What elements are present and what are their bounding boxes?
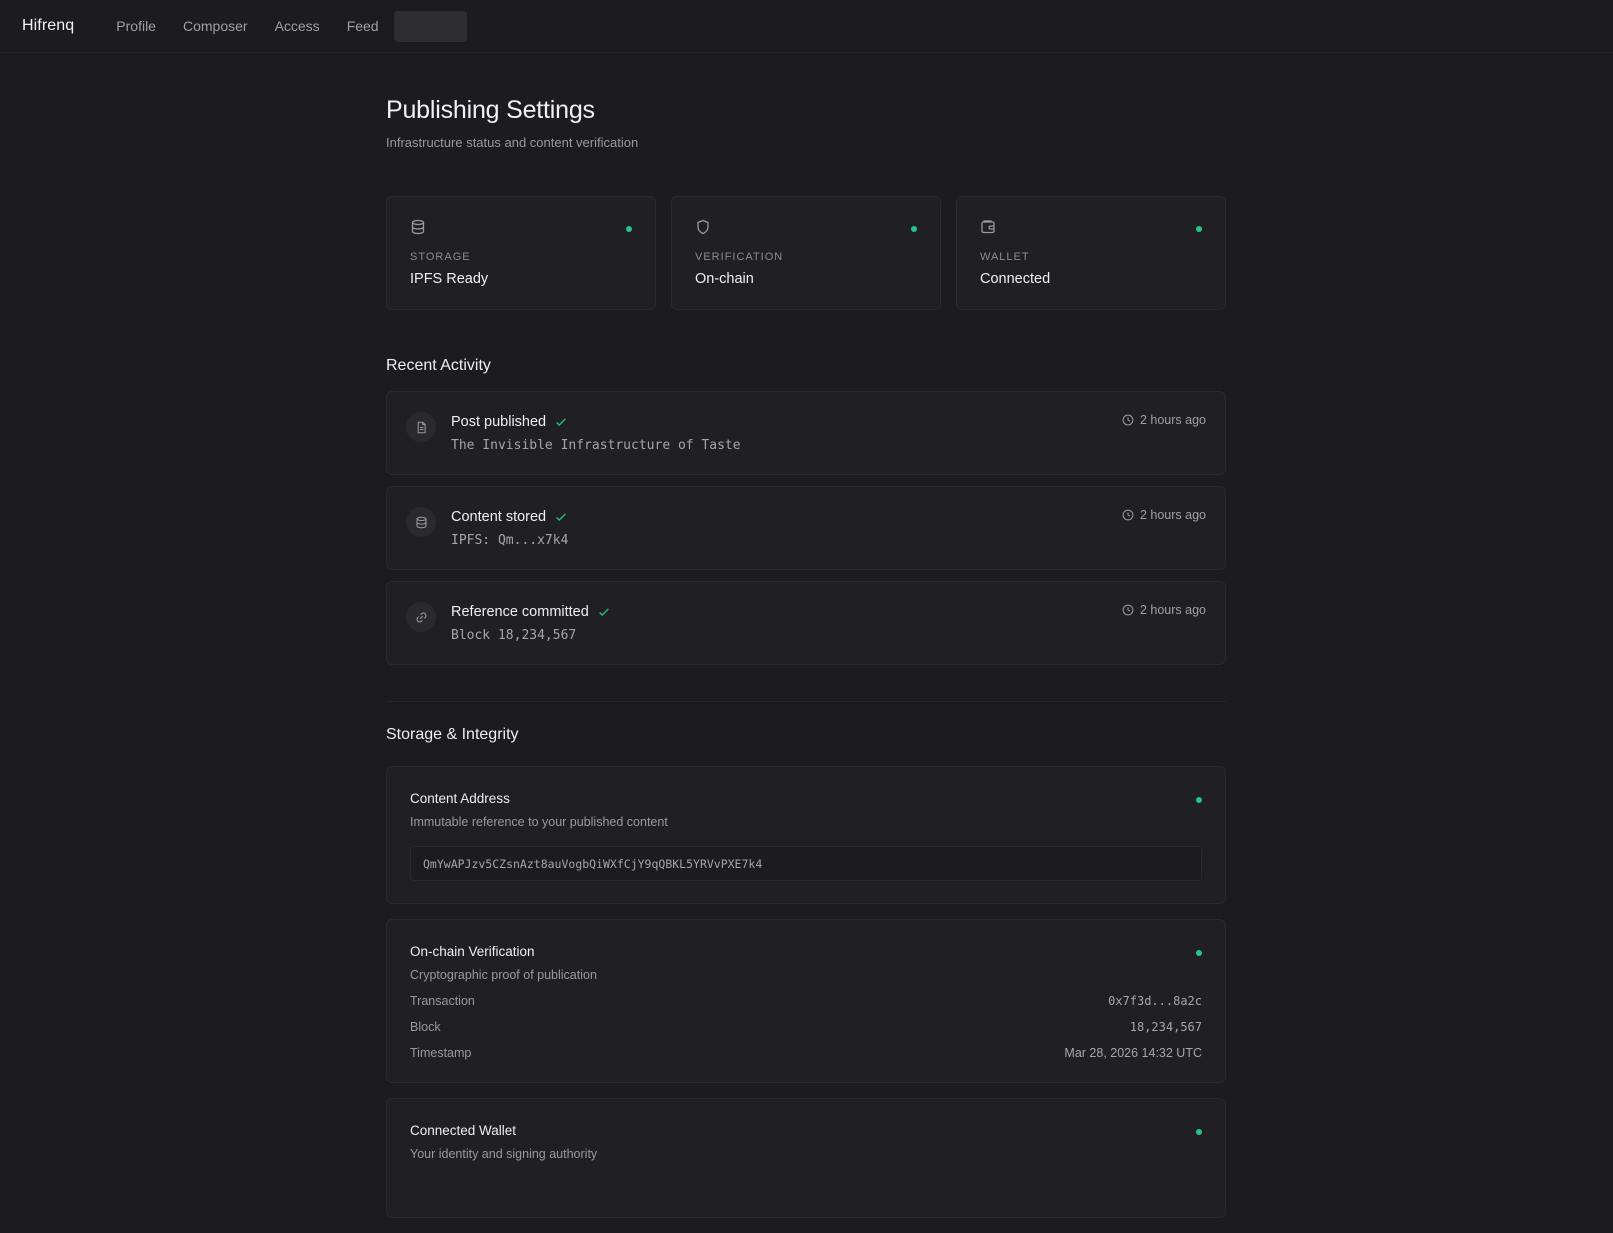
page-subtitle: Infrastructure status and content verifi… xyxy=(386,135,639,150)
status-card-verification: VERIFICATION On-chain xyxy=(671,196,941,310)
panel-title: On-chain Verification xyxy=(410,944,535,959)
storage-integrity-title: Storage & Integrity xyxy=(386,726,519,743)
main-content: Publishing Settings Infrastructure statu… xyxy=(386,53,1226,1233)
document-icon xyxy=(417,421,426,433)
status-label: WALLET xyxy=(980,251,1030,263)
onchain-verification-panel: On-chain Verification Cryptographic proo… xyxy=(386,919,1226,1083)
content-address-field[interactable]: QmYwAPJzv5CZsnAzt8auVogbQiWXfCjY9qQBKL5Y… xyxy=(410,846,1202,881)
status-card-storage: STORAGE IPFS Ready xyxy=(386,196,656,310)
database-icon xyxy=(416,516,426,528)
row-value[interactable]: 0x7f3d...8a2c xyxy=(1108,994,1202,1008)
activity-time-text: 2 hours ago xyxy=(1139,508,1206,522)
nav-item-profile[interactable]: Profile xyxy=(116,18,156,34)
nav-item-feed[interactable]: Feed xyxy=(347,18,379,34)
verification-row-block: Block 18,234,567 xyxy=(410,1020,1202,1034)
activity-detail: IPFS: Qm...x7k4 xyxy=(451,533,569,548)
clock-icon xyxy=(1122,604,1134,616)
page-title: Publishing Settings xyxy=(386,96,595,124)
status-value: IPFS Ready xyxy=(410,271,489,287)
activity-title: Reference committed xyxy=(451,604,611,620)
shield-icon xyxy=(697,219,709,235)
check-icon xyxy=(556,418,566,427)
status-label: STORAGE xyxy=(410,251,471,263)
panel-description: Your identity and signing authority xyxy=(410,1147,598,1161)
status-dot xyxy=(1196,950,1202,956)
status-card-wallet: WALLET Connected xyxy=(956,196,1226,310)
row-value: Mar 28, 2026 14:32 UTC xyxy=(1064,1046,1202,1060)
row-key: Timestamp xyxy=(410,1046,472,1060)
status-dot xyxy=(626,226,632,232)
list-item[interactable]: Post published The Invisible Infrastruct… xyxy=(386,391,1226,475)
list-item[interactable]: Reference committed Block 18,234,567 2 h… xyxy=(386,581,1226,665)
activity-title: Post published xyxy=(451,414,568,430)
activity-title-text: Reference committed xyxy=(451,604,589,620)
activity-time: 2 hours ago xyxy=(1122,603,1206,617)
panel-title: Content Address xyxy=(410,791,510,806)
clock-icon xyxy=(1122,509,1134,521)
status-dot xyxy=(1196,797,1202,803)
panel-description: Immutable reference to your published co… xyxy=(410,815,668,829)
status-dot xyxy=(911,226,917,232)
list-item[interactable]: Content stored IPFS: Qm...x7k4 2 hours a… xyxy=(386,486,1226,570)
status-dot xyxy=(1196,1129,1202,1135)
link-icon xyxy=(416,612,426,622)
status-dot xyxy=(1196,226,1202,232)
nav-item-access[interactable]: Access xyxy=(275,18,320,34)
verification-row-transaction: Transaction 0x7f3d...8a2c xyxy=(410,994,1202,1008)
activity-detail: Block 18,234,567 xyxy=(451,628,577,643)
activity-title-text: Post published xyxy=(451,414,547,430)
check-icon xyxy=(556,513,566,522)
status-value: On-chain xyxy=(695,271,754,287)
row-key: Transaction xyxy=(410,994,475,1008)
top-navigation: Hifrenq Profile Composer Access Feed xyxy=(0,0,1613,53)
activity-title: Content stored xyxy=(451,509,568,525)
row-value[interactable]: 18,234,567 xyxy=(1130,1020,1202,1034)
content-address-panel: Content Address Immutable reference to y… xyxy=(386,766,1226,904)
nav-item-active-placeholder[interactable] xyxy=(393,10,467,42)
connected-wallet-panel: Connected Wallet Your identity and signi… xyxy=(386,1098,1226,1218)
recent-activity-title: Recent Activity xyxy=(386,357,491,374)
activity-detail: The Invisible Infrastructure of Taste xyxy=(451,438,741,453)
activity-time: 2 hours ago xyxy=(1122,508,1206,522)
status-label: VERIFICATION xyxy=(695,251,784,263)
wallet-icon xyxy=(981,220,995,234)
activity-time-text: 2 hours ago xyxy=(1139,603,1206,617)
activity-time: 2 hours ago xyxy=(1122,413,1206,427)
check-icon xyxy=(598,608,609,617)
status-cards: STORAGE IPFS Ready VERIFICATION On-chain… xyxy=(386,196,1226,310)
brand-logo[interactable]: Hifrenq xyxy=(22,17,74,35)
section-divider xyxy=(386,701,1226,702)
activity-title-text: Content stored xyxy=(451,509,547,525)
clock-icon xyxy=(1122,414,1134,426)
row-key: Block xyxy=(410,1020,441,1034)
panel-description: Cryptographic proof of publication xyxy=(410,968,597,982)
status-value: Connected xyxy=(980,271,1051,287)
nav-item-composer[interactable]: Composer xyxy=(183,18,248,34)
activity-icon xyxy=(406,602,436,632)
activity-icon xyxy=(406,507,436,537)
activity-icon xyxy=(406,412,436,442)
activity-time-text: 2 hours ago xyxy=(1139,413,1206,427)
database-icon xyxy=(411,219,425,235)
panel-title: Connected Wallet xyxy=(410,1123,517,1138)
verification-row-timestamp: Timestamp Mar 28, 2026 14:32 UTC xyxy=(410,1046,1202,1060)
